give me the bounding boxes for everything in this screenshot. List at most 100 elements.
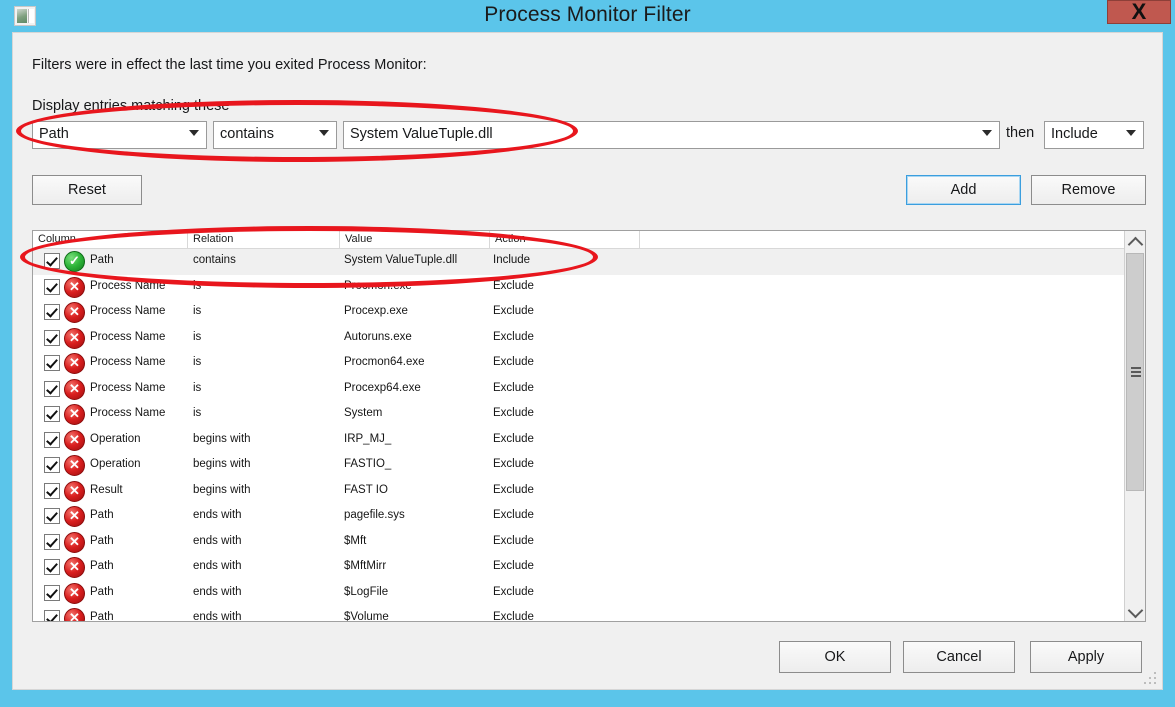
scroll-up-button[interactable] bbox=[1125, 231, 1145, 253]
remove-button[interactable]: Remove bbox=[1031, 175, 1146, 205]
scroll-down-button[interactable] bbox=[1125, 601, 1145, 621]
table-row[interactable]: ✓ Path contains System ValueTuple.dll Includ… bbox=[33, 249, 1126, 275]
exclude-x-icon: ✕ bbox=[64, 608, 85, 621]
row-relation-cell: is bbox=[193, 407, 202, 419]
column-header-column[interactable]: Column bbox=[33, 231, 188, 248]
filter-column-value: Path bbox=[39, 126, 69, 142]
row-relation-cell: begins with bbox=[193, 458, 251, 470]
row-checkbox[interactable] bbox=[44, 533, 60, 550]
badge-glyph: ✕ bbox=[69, 559, 80, 574]
table-row[interactable]: ✕ Path ends with $Mft Exclude bbox=[33, 530, 1126, 556]
row-checkbox[interactable] bbox=[44, 508, 60, 524]
row-checkbox[interactable] bbox=[44, 610, 60, 621]
add-button[interactable]: Add bbox=[906, 175, 1021, 205]
table-row[interactable]: ✕ Process Name is Procmon64.exe Exclude bbox=[33, 351, 1126, 377]
row-relation-cell: is bbox=[193, 356, 202, 368]
table-row[interactable]: ✕ Path ends with $LogFile Exclude bbox=[33, 581, 1126, 607]
row-column-cell: Operation bbox=[90, 432, 141, 445]
row-column-cell: Path bbox=[90, 585, 114, 598]
row-action-cell: Exclude bbox=[493, 330, 534, 343]
table-row[interactable]: ✕ Process Name is Procmon.exe Exclude bbox=[33, 275, 1126, 301]
table-row[interactable]: ✕ Process Name is Procexp64.exe Exclude bbox=[33, 377, 1126, 403]
exclude-x-icon: ✕ bbox=[64, 404, 85, 425]
row-value-cell: System ValueTuple.dll bbox=[344, 254, 458, 266]
resize-grip-dot bbox=[1144, 682, 1146, 684]
list-scrollbar[interactable] bbox=[1124, 231, 1145, 621]
close-icon: X bbox=[1131, 0, 1147, 24]
reset-button[interactable]: Reset bbox=[32, 175, 142, 205]
row-action-cell: Exclude bbox=[493, 305, 534, 317]
window-title: Process Monitor Filter bbox=[484, 3, 691, 26]
row-value-cell: pagefile.sys bbox=[344, 509, 405, 521]
row-action-cell: Exclude bbox=[493, 483, 534, 496]
row-checkbox[interactable] bbox=[44, 584, 60, 601]
row-checkbox[interactable] bbox=[44, 253, 60, 269]
row-checkbox[interactable] bbox=[44, 278, 60, 295]
row-value-cell: $LogFile bbox=[344, 585, 389, 598]
chevron-up-icon bbox=[1127, 236, 1144, 253]
exclude-x-icon: ✕ bbox=[64, 327, 85, 349]
column-header-relation[interactable]: Relation bbox=[188, 231, 340, 248]
exclude-x-icon: ✕ bbox=[64, 302, 85, 323]
title-bar: Process Monitor Filter X bbox=[0, 0, 1175, 32]
table-row[interactable]: ✕ Result begins with FAST IO Exclude bbox=[33, 479, 1126, 505]
row-value-cell: Autoruns.exe bbox=[344, 330, 412, 343]
exclude-x-icon: ✕ bbox=[64, 378, 85, 400]
row-action-cell: Exclude bbox=[493, 534, 534, 547]
row-checkbox[interactable] bbox=[44, 304, 60, 320]
row-column-cell: Process Name bbox=[90, 381, 166, 394]
table-row[interactable]: ✕ Process Name is Autoruns.exe Exclude bbox=[33, 326, 1126, 352]
resize-grip-dot bbox=[1149, 677, 1151, 679]
table-row[interactable]: ✕ Operation begins with FASTIO_ Exclude bbox=[33, 453, 1126, 479]
ok-button[interactable]: OK bbox=[779, 641, 891, 673]
row-column-cell: Process Name bbox=[90, 407, 166, 419]
exclude-x-icon: ✕ bbox=[64, 531, 85, 553]
row-checkbox[interactable] bbox=[44, 431, 60, 448]
row-checkbox[interactable] bbox=[44, 380, 60, 397]
chevron-down-icon bbox=[982, 130, 992, 136]
row-checkbox[interactable] bbox=[44, 406, 60, 422]
resize-grip-dot bbox=[1154, 672, 1156, 674]
table-row[interactable]: ✕ Path ends with pagefile.sys Exclude bbox=[33, 504, 1126, 530]
chevron-down-icon bbox=[319, 130, 329, 136]
row-column-cell: Process Name bbox=[90, 279, 166, 292]
filter-value-input[interactable]: System ValueTuple.dll bbox=[343, 121, 1000, 149]
row-checkbox[interactable] bbox=[44, 482, 60, 499]
row-value-cell: System bbox=[344, 407, 383, 419]
filter-relation-select[interactable]: contains bbox=[213, 121, 337, 149]
row-checkbox[interactable] bbox=[44, 559, 60, 575]
row-relation-cell: is bbox=[193, 381, 202, 394]
row-checkbox[interactable] bbox=[44, 457, 60, 473]
row-checkbox[interactable] bbox=[44, 329, 60, 346]
column-header-value[interactable]: Value bbox=[340, 231, 490, 248]
filter-action-value: Include bbox=[1051, 126, 1098, 142]
row-relation-cell: begins with bbox=[193, 432, 251, 445]
row-value-cell: FASTIO_ bbox=[344, 458, 392, 470]
row-checkbox[interactable] bbox=[44, 355, 60, 371]
filter-list[interactable]: Column Relation Value Action ✓ Path contai… bbox=[32, 230, 1146, 622]
resize-grip-dot bbox=[1149, 682, 1151, 684]
table-row[interactable]: ✕ Operation begins with IRP_MJ_ Exclude bbox=[33, 428, 1126, 454]
apply-button[interactable]: Apply bbox=[1030, 641, 1142, 673]
cancel-button[interactable]: Cancel bbox=[903, 641, 1015, 673]
scrollbar-thumb[interactable] bbox=[1126, 253, 1144, 491]
row-relation-cell: contains bbox=[193, 254, 236, 266]
badge-glyph: ✕ bbox=[69, 508, 80, 523]
row-column-cell: Path bbox=[90, 509, 114, 521]
filter-action-select[interactable]: Include bbox=[1044, 121, 1144, 149]
table-row[interactable]: ✕ Path ends with $MftMirr Exclude bbox=[33, 555, 1126, 581]
resize-grip[interactable] bbox=[1144, 672, 1157, 685]
filter-list-rows: ✓ Path contains System ValueTuple.dll Includ… bbox=[33, 249, 1126, 621]
badge-glyph: ✕ bbox=[69, 355, 80, 370]
table-row[interactable]: ✕ Process Name is System Exclude bbox=[33, 402, 1126, 428]
row-column-cell: Process Name bbox=[90, 356, 166, 368]
row-column-cell: Operation bbox=[90, 458, 141, 470]
filter-column-select[interactable]: Path bbox=[32, 121, 207, 149]
column-header-action[interactable]: Action bbox=[490, 231, 640, 248]
table-row[interactable]: ✕ Process Name is Procexp.exe Exclude bbox=[33, 300, 1126, 326]
close-button[interactable]: X bbox=[1107, 0, 1171, 24]
badge-glyph: ✕ bbox=[69, 431, 80, 447]
table-row[interactable]: ✕ Path ends with $Volume Exclude bbox=[33, 606, 1126, 621]
filter-value-text: System ValueTuple.dll bbox=[350, 126, 493, 142]
row-value-cell: Procexp.exe bbox=[344, 305, 408, 317]
